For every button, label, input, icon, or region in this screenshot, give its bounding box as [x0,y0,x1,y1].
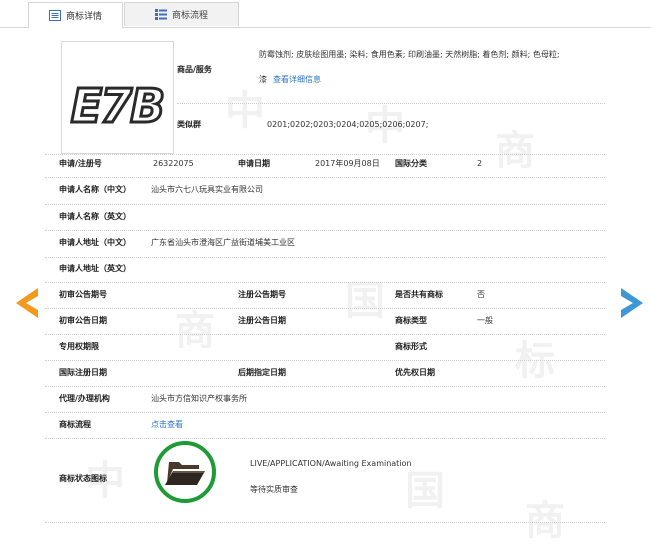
trademark-logo: E7B [69,78,167,135]
applicant-cn-value: 汕头市六七八玩具实业有限公司 [151,185,263,194]
status-english: LIVE/APPLICATION/Awaiting Examination [250,459,412,468]
agent-label: 代理/办理机构 [59,394,110,403]
goods-label: 商品/服务 [177,65,212,74]
divider [45,257,605,258]
divider [45,282,605,283]
trademark-logo-text: E7B [71,79,164,133]
status-folder-icon [154,441,216,503]
tab-trademark-process[interactable]: 商标流程 [124,2,239,26]
divider [45,386,605,387]
next-arrow-icon[interactable] [619,288,643,318]
applicant-en-label: 申请人名称（英文） [59,212,131,221]
address-en-label: 申请人地址（英文） [59,264,131,273]
divider [45,230,605,231]
similar-group-label: 类似群 [177,120,201,129]
divider [45,438,605,439]
view-details-link[interactable]: 查看详细信息 [273,75,321,85]
apply-date-label: 申请日期 [238,159,270,168]
reg-pub-date-label: 注册公告日期 [238,316,286,325]
goods-value: 防霉蚀剂; 皮肤绘图用墨; 染料; 食用色素; 印刷油墨; 天然树脂; 着色剂;… [259,50,560,59]
divider [45,522,605,523]
watermark-char: 商 [175,307,215,354]
shared-trademark-label: 是否共有商标 [395,290,443,299]
applicant-cn-label: 申请人名称（中文） [59,185,131,194]
exclusive-period-label: 专用权期限 [59,342,99,351]
intl-class-label: 国际分类 [395,159,427,168]
tab-trademark-details[interactable]: 商标详情 [28,2,123,28]
later-designation-date-label: 后期指定日期 [238,368,286,377]
trademark-type-label: 商标类型 [395,316,427,325]
watermark-char: 中 [225,87,265,134]
tab-bar: 商标详情 商标流程 [0,0,651,28]
watermark-char: 商 [525,497,565,544]
address-cn-value: 广东省汕头市澄海区广益街道埔美工业区 [151,238,295,247]
watermark-char: 商 [495,127,535,174]
apply-date-value: 2017年09月08日 [315,159,380,168]
divider [45,334,605,335]
tab-label: 商标详情 [65,12,102,22]
goods-value-continued: 漆 [259,75,267,84]
process-label: 商标流程 [59,420,91,429]
priority-date-label: 优先权日期 [395,368,435,377]
trademark-image: E7B [61,41,174,154]
address-cn-label: 申请人地址（中文） [59,238,131,247]
list-icon [48,10,61,21]
divider [45,177,605,178]
divider [45,308,605,309]
shared-trademark-value: 否 [477,290,485,299]
intl-reg-date-label: 国际注册日期 [59,368,107,377]
status-chinese: 等待实质审查 [250,485,298,494]
divider [45,204,605,205]
divider [45,154,605,155]
tab-label: 商标流程 [171,11,208,21]
similar-group-value: 0201;0202;0203;0204;0205;0206;0207; [267,120,429,129]
trademark-form-label: 商标形式 [395,342,427,351]
trademark-type-value: 一般 [477,316,493,325]
agent-value: 汕头市方信知识产权事务所 [151,394,247,403]
trademark-detail-panel: 中 中 商 商 国 标 中 国 商 E7B 商品/服务 防霉蚀剂; 皮肤绘图用墨… [45,28,605,544]
table-icon [154,9,167,20]
divider [45,360,605,361]
prelim-pub-date-label: 初审公告日期 [59,316,107,325]
reg-no-label: 申请/注册号 [59,159,102,168]
divider [45,412,605,413]
divider [177,103,605,104]
previous-arrow-icon[interactable] [16,288,40,318]
reg-pub-no-label: 注册公告期号 [238,290,286,299]
prelim-pub-no-label: 初审公告期号 [59,290,107,299]
status-icon-label: 商标状态图标 [59,474,107,483]
intl-class-value: 2 [477,159,483,168]
process-view-link[interactable]: 点击查看 [151,420,183,430]
reg-no-value: 26322075 [153,159,194,168]
watermark-char: 国 [345,277,385,324]
watermark-char: 标 [515,337,555,384]
